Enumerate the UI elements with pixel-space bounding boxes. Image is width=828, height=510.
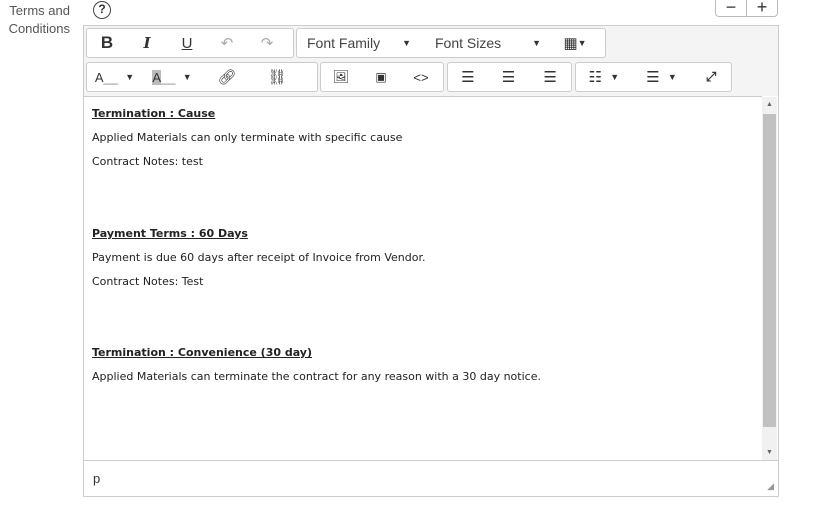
bold-button[interactable]: B: [87, 29, 127, 57]
rich-text-editor: B I U ↶ ↷ Font Family ▼ Font Sizes ▼ ▦ ▼ A _…: [83, 25, 779, 497]
undo-icon[interactable]: ↶: [207, 29, 247, 57]
section-line: Contract Notes: Test: [92, 275, 204, 288]
bullet-list-icon[interactable]: ☷ ▼: [576, 63, 632, 91]
underline-button[interactable]: U: [167, 29, 207, 57]
table-icon[interactable]: ▦ ▼: [555, 29, 595, 57]
section-line: Applied Materials can terminate the cont…: [92, 370, 541, 383]
font-family-select[interactable]: Font Family ▼: [297, 29, 421, 57]
fullscreen-icon[interactable]: ⤢: [691, 63, 731, 91]
editor-content[interactable]: Termination : Cause Applied Materials ca…: [84, 96, 762, 460]
resize-handle-icon[interactable]: ◢: [767, 481, 774, 492]
link-icon[interactable]: 🔗︎: [202, 63, 252, 91]
text-color-button[interactable]: A __ ▼: [87, 63, 142, 91]
font-group: Font Family ▼ Font Sizes ▼ ▦ ▼: [296, 28, 606, 58]
scrollbar-thumb[interactable]: [763, 114, 776, 427]
section-line: Contract Notes: test: [92, 155, 203, 168]
align-center-icon[interactable]: ☰: [488, 63, 530, 91]
minus-button[interactable]: −: [716, 0, 747, 16]
help-icon[interactable]: ?: [93, 1, 111, 19]
scrollbar[interactable]: ▲ ▼: [762, 97, 777, 460]
color-link-group: A __ ▼ A __ ▼ 🔗︎ ⛓: [86, 62, 318, 92]
numbered-list-icon[interactable]: ☰ ▼: [632, 63, 692, 91]
field-label: Terms and Conditions: [8, 3, 70, 36]
section: Termination : Cause Applied Materials ca…: [92, 107, 754, 168]
scroll-up-icon[interactable]: ▲: [766, 101, 773, 108]
redo-icon[interactable]: ↷: [247, 29, 287, 57]
section: Termination : Convenience (30 day) Appli…: [92, 346, 754, 383]
plus-button[interactable]: +: [747, 0, 777, 16]
video-icon[interactable]: ▣: [361, 63, 401, 91]
align-group: ☰ ☰ ☰: [447, 62, 572, 92]
image-icon[interactable]: 🖼︎: [321, 63, 361, 91]
zoom-controls: − +: [715, 0, 778, 17]
status-bar: p ◢: [84, 460, 778, 496]
font-sizes-select[interactable]: Font Sizes ▼: [421, 29, 555, 57]
italic-button[interactable]: I: [127, 29, 167, 57]
section-line: Applied Materials can only terminate wit…: [92, 131, 403, 144]
section: Payment Terms : 60 Days Payment is due 6…: [92, 227, 754, 288]
section-heading: Termination : Cause: [92, 107, 216, 120]
element-path[interactable]: p: [93, 471, 100, 486]
media-group: 🖼︎ ▣ <>: [320, 62, 444, 92]
section-heading: Termination : Convenience (30 day): [92, 346, 313, 359]
section-line: Payment is due 60 days after receipt of …: [92, 251, 426, 264]
section-heading: Payment Terms : 60 Days: [92, 227, 248, 240]
align-left-icon[interactable]: ☰: [448, 63, 488, 91]
align-right-icon[interactable]: ☰: [529, 63, 571, 91]
scroll-down-icon[interactable]: ▼: [766, 449, 773, 456]
background-color-button[interactable]: A __ ▼: [142, 63, 202, 91]
code-icon[interactable]: <>: [401, 63, 441, 91]
unlink-icon[interactable]: ⛓: [252, 63, 302, 91]
format-group: B I U ↶ ↷: [86, 28, 294, 58]
toolbar: B I U ↶ ↷ Font Family ▼ Font Sizes ▼ ▦ ▼ A _…: [84, 26, 778, 96]
list-group: ☷ ▼ ☰ ▼ ⤢: [575, 62, 732, 92]
